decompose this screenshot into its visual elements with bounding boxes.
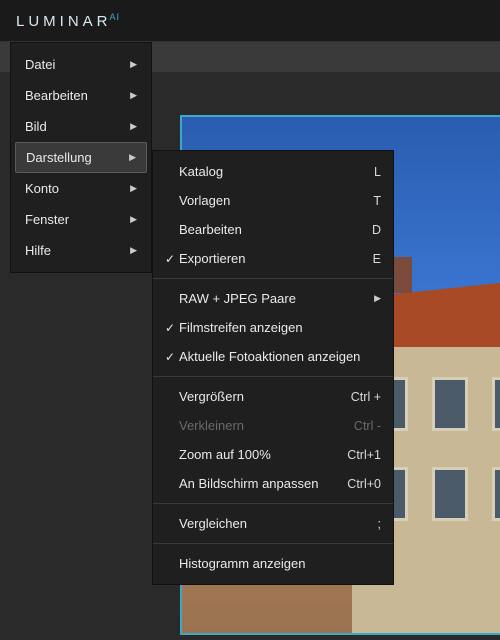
submenu-darstellung: KatalogLVorlagenTBearbeitenD✓Exportieren… bbox=[152, 150, 394, 585]
submenu-arrow-icon: ▶ bbox=[130, 245, 137, 256]
submenu-item[interactable]: ✓Aktuelle Fotoaktionen anzeigen bbox=[153, 342, 393, 371]
submenu-item[interactable]: Histogramm anzeigen bbox=[153, 549, 393, 578]
submenu-label: Histogramm anzeigen bbox=[179, 556, 381, 571]
submenu-arrow-icon: ▶ bbox=[130, 214, 137, 225]
main-menu-label: Darstellung bbox=[26, 150, 92, 165]
submenu-label: Aktuelle Fotoaktionen anzeigen bbox=[179, 349, 381, 364]
submenu-label: Filmstreifen anzeigen bbox=[179, 320, 381, 335]
submenu-label: Bearbeiten bbox=[179, 222, 364, 237]
logo-ai-badge: AI bbox=[110, 12, 121, 22]
submenu-arrow-icon: ▶ bbox=[130, 90, 137, 101]
photo-decorative-window bbox=[432, 467, 468, 521]
submenu-label: Zoom auf 100% bbox=[179, 447, 339, 462]
submenu-shortcut: Ctrl+0 bbox=[347, 477, 381, 491]
main-menu-label: Fenster bbox=[25, 212, 69, 227]
submenu-label: Vergleichen bbox=[179, 516, 370, 531]
submenu-shortcut: Ctrl+1 bbox=[347, 448, 381, 462]
photo-decorative-chimney bbox=[392, 257, 412, 293]
submenu-arrow-icon: ▶ bbox=[130, 121, 137, 132]
photo-decorative-window bbox=[492, 377, 500, 431]
main-menu-item-konto[interactable]: Konto ▶ bbox=[11, 173, 151, 204]
main-menu-item-bearbeiten[interactable]: Bearbeiten ▶ bbox=[11, 80, 151, 111]
submenu-shortcut: L bbox=[374, 165, 381, 179]
check-icon: ✓ bbox=[161, 252, 179, 266]
check-icon: ✓ bbox=[161, 321, 179, 335]
main-menu-label: Datei bbox=[25, 57, 55, 72]
submenu-item[interactable]: Katalog L bbox=[153, 157, 393, 186]
submenu-item[interactable]: Vergrößern Ctrl + bbox=[153, 382, 393, 411]
submenu-label: Exportieren bbox=[179, 251, 365, 266]
logo-text: LUMINAR bbox=[16, 13, 112, 30]
submenu-item[interactable]: Zoom auf 100% Ctrl+1 bbox=[153, 440, 393, 469]
submenu-label: Vorlagen bbox=[179, 193, 365, 208]
menu-separator bbox=[153, 543, 393, 544]
menu-separator bbox=[153, 376, 393, 377]
submenu-arrow-icon: ▶ bbox=[130, 59, 137, 70]
main-menu-label: Hilfe bbox=[25, 243, 51, 258]
submenu-label: Katalog bbox=[179, 164, 366, 179]
submenu-arrow-icon: ▶ bbox=[374, 293, 381, 304]
photo-decorative-window bbox=[432, 377, 468, 431]
submenu-shortcut: D bbox=[372, 223, 381, 237]
check-icon: ✓ bbox=[161, 350, 179, 364]
submenu-label: An Bildschirm anpassen bbox=[179, 476, 339, 491]
main-menu-item-datei[interactable]: Datei ▶ bbox=[11, 49, 151, 80]
submenu-shortcut: T bbox=[373, 194, 381, 208]
submenu-label: Vergrößern bbox=[179, 389, 343, 404]
submenu-item[interactable]: ✓Filmstreifen anzeigen bbox=[153, 313, 393, 342]
submenu-item[interactable]: Vergleichen; bbox=[153, 509, 393, 538]
submenu-item[interactable]: An Bildschirm anpassen Ctrl+0 bbox=[153, 469, 393, 498]
submenu-item[interactable]: ✓Exportieren E bbox=[153, 244, 393, 273]
submenu-label: Verkleinern bbox=[179, 418, 346, 433]
main-menu-label: Bild bbox=[25, 119, 47, 134]
menu-separator bbox=[153, 278, 393, 279]
submenu-item[interactable]: RAW + JPEG Paare ▶ bbox=[153, 284, 393, 313]
main-menu: Datei ▶ Bearbeiten ▶ Bild ▶ Darstellung ▶ Konto ▶… bbox=[10, 42, 152, 273]
main-menu-item-darstellung[interactable]: Darstellung ▶ bbox=[15, 142, 147, 173]
main-menu-item-bild[interactable]: Bild ▶ bbox=[11, 111, 151, 142]
submenu-arrow-icon: ▶ bbox=[129, 152, 136, 163]
submenu-shortcut: Ctrl - bbox=[354, 419, 381, 433]
submenu-shortcut: ; bbox=[378, 517, 381, 531]
submenu-shortcut: Ctrl + bbox=[351, 390, 381, 404]
submenu-arrow-icon: ▶ bbox=[130, 183, 137, 194]
app-logo: LUMINARAI bbox=[16, 12, 120, 30]
photo-decorative-window bbox=[492, 467, 500, 521]
submenu-item: Verkleinern Ctrl - bbox=[153, 411, 393, 440]
submenu-label: RAW + JPEG Paare bbox=[179, 291, 366, 306]
main-menu-item-fenster[interactable]: Fenster ▶ bbox=[11, 204, 151, 235]
main-menu-label: Bearbeiten bbox=[25, 88, 88, 103]
submenu-item[interactable]: Vorlagen T bbox=[153, 186, 393, 215]
title-bar: LUMINARAI bbox=[0, 0, 500, 42]
menu-separator bbox=[153, 503, 393, 504]
main-menu-label: Konto bbox=[25, 181, 59, 196]
submenu-item[interactable]: Bearbeiten D bbox=[153, 215, 393, 244]
main-menu-item-hilfe[interactable]: Hilfe ▶ bbox=[11, 235, 151, 266]
submenu-shortcut: E bbox=[373, 252, 381, 266]
